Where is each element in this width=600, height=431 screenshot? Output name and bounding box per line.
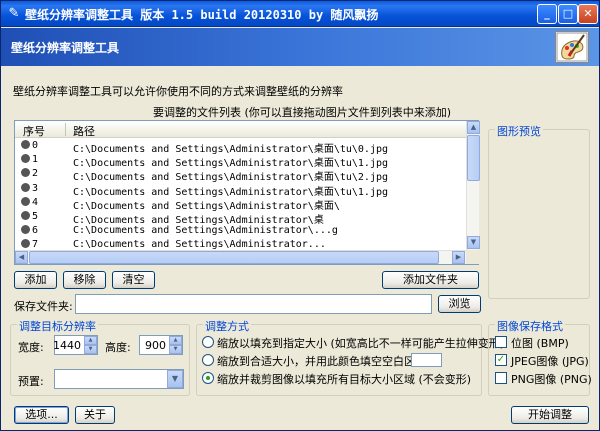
column-header-index[interactable]: 序号: [23, 123, 45, 139]
minimize-button[interactable]: _: [537, 4, 557, 24]
chevron-down-icon[interactable]: ▼: [167, 370, 183, 388]
scroll-left-icon[interactable]: ◀: [15, 251, 28, 264]
fill-color-swatch[interactable]: [411, 353, 442, 367]
adjust-method-label: 调整方式: [203, 318, 251, 334]
file-list-header: 序号 路径: [15, 121, 466, 138]
column-divider[interactable]: [65, 123, 66, 136]
preview-label: 图形预览: [495, 123, 543, 139]
row-index: 1: [32, 154, 39, 166]
table-row[interactable]: 6 C:\Documents and Settings\Administrator…: [15, 224, 466, 238]
table-row[interactable]: 7 C:\Documents and Settings\Administrator…: [15, 238, 466, 249]
format-png-checkbox[interactable]: [495, 372, 507, 384]
title-bar[interactable]: ✎ 壁纸分辨率调整工具 版本 1.5 build 20120310 by 随风飘…: [1, 1, 599, 27]
method-crop-radio[interactable]: [202, 372, 214, 384]
image-file-icon: [21, 140, 30, 149]
table-row[interactable]: 3 C:\Documents and Settings\Administrator…: [15, 182, 466, 198]
description-text: 壁纸分辨率调整工具可以允许你使用不同的方式来调整壁纸的分辨率: [13, 85, 343, 98]
height-up-icon[interactable]: ▲: [169, 336, 182, 345]
format-bmp-label[interactable]: 位图 (BMP): [511, 335, 569, 351]
scroll-up-icon[interactable]: ▲: [467, 121, 480, 134]
save-folder-input[interactable]: [75, 294, 432, 314]
header-banner: 壁纸分辨率调整工具: [1, 28, 599, 66]
file-list-title: 要调整的文件列表 (你可以直接拖动图片文件到列表中来添加): [153, 106, 452, 119]
format-bmp-checkbox[interactable]: [495, 336, 507, 348]
column-header-path[interactable]: 路径: [73, 123, 95, 139]
method-fit-radio[interactable]: [202, 354, 214, 366]
start-button[interactable]: 开始调整: [511, 406, 589, 424]
image-file-icon: [21, 239, 30, 249]
image-file-icon: [21, 154, 30, 164]
width-down-icon[interactable]: ▼: [84, 345, 97, 354]
width-label: 宽度:: [18, 341, 44, 354]
height-stepper[interactable]: 900 ▲ ▼: [139, 335, 183, 355]
width-stepper[interactable]: 1440 ▲ ▼: [53, 335, 98, 355]
close-button[interactable]: ✕: [578, 4, 598, 24]
width-spin-buttons: ▲ ▼: [84, 336, 97, 354]
width-value: 1440: [53, 339, 81, 352]
image-file-icon: [21, 196, 30, 206]
row-index: 2: [32, 168, 39, 180]
file-list[interactable]: 序号 路径 0 C:\Documents and Settings\Adminis…: [14, 120, 480, 265]
image-file-icon: [21, 225, 30, 235]
file-list-rows: 0 C:\Documents and Settings\Administrator…: [15, 139, 466, 249]
height-spin-buttons: ▲ ▼: [169, 336, 182, 354]
format-jpg-label[interactable]: JPEG图像 (JPG): [511, 353, 589, 369]
vertical-scrollbar[interactable]: ▲ ▼: [466, 121, 480, 250]
horizontal-scroll-thumb[interactable]: [29, 251, 439, 264]
row-path: C:\Documents and Settings\Administrator.…: [73, 239, 326, 249]
row-index: 4: [32, 196, 39, 208]
remove-button[interactable]: 移除: [63, 271, 106, 289]
format-jpg-checkbox[interactable]: ✓: [495, 354, 507, 366]
method-crop-label[interactable]: 缩放并裁剪图像以填充所有目标大小区域 (不会变形): [217, 371, 471, 387]
row-index: 5: [32, 210, 39, 222]
preview-group: 图形预览: [488, 123, 590, 299]
about-button[interactable]: 关于: [75, 406, 115, 424]
add-button[interactable]: 添加: [14, 271, 57, 289]
image-file-icon: [21, 210, 30, 220]
vertical-scroll-thumb[interactable]: [467, 135, 480, 181]
scroll-down-icon[interactable]: ▼: [467, 236, 480, 249]
method-fit-label[interactable]: 缩放到合适大小，并用此颜色填空空白区域: [217, 353, 426, 369]
options-button[interactable]: 选项...: [14, 406, 69, 424]
image-file-icon: [21, 168, 30, 178]
table-row[interactable]: 0 C:\Documents and Settings\Administrator…: [15, 139, 466, 155]
row-index: 6: [32, 225, 39, 237]
method-stretch-radio[interactable]: [202, 336, 214, 348]
scroll-corner: [466, 250, 479, 264]
format-png-label[interactable]: PNG图像 (PNG): [511, 371, 592, 387]
banner-title: 壁纸分辨率调整工具: [11, 41, 120, 55]
table-row[interactable]: 1 C:\Documents and Settings\Administrator…: [15, 153, 466, 169]
height-down-icon[interactable]: ▼: [169, 345, 182, 354]
window-title: 壁纸分辨率调整工具 版本 1.5 build 20120310 by 随风飘扬: [25, 8, 379, 22]
height-label: 高度:: [105, 341, 131, 354]
method-stretch-label[interactable]: 缩放以填充到指定大小 (如宽高比不一样可能产生拉伸变形): [217, 335, 504, 351]
clear-button[interactable]: 清空: [112, 271, 155, 289]
horizontal-scrollbar[interactable]: ◀ ▶: [15, 250, 466, 264]
row-index: 3: [32, 182, 39, 194]
preset-select[interactable]: ▼: [54, 369, 184, 389]
row-index: 0: [32, 140, 39, 151]
brush-app-icon: ✎: [8, 6, 20, 21]
table-row[interactable]: 4 C:\Documents and Settings\Administrator…: [15, 196, 466, 212]
palette-logo-icon: [555, 31, 589, 63]
image-file-icon: [21, 182, 30, 192]
browse-button[interactable]: 浏览: [438, 295, 481, 313]
row-index: 7: [32, 239, 39, 249]
table-row[interactable]: 5 C:\Documents and Settings\Administrator…: [15, 210, 466, 226]
preset-label: 预置:: [18, 375, 44, 388]
save-folder-label: 保存文件夹:: [14, 300, 73, 313]
save-format-label: 图像保存格式: [495, 318, 565, 334]
width-up-icon[interactable]: ▲: [84, 336, 97, 345]
target-resolution-label: 调整目标分辨率: [17, 318, 98, 334]
add-folder-button[interactable]: 添加文件夹: [382, 271, 479, 289]
main-window: ✎ 壁纸分辨率调整工具 版本 1.5 build 20120310 by 随风飘…: [0, 0, 600, 431]
maximize-button[interactable]: □: [558, 4, 578, 24]
height-value: 900: [145, 339, 166, 352]
row-path: C:\Documents and Settings\Administrator\…: [73, 225, 338, 237]
scroll-right-icon[interactable]: ▶: [452, 251, 465, 264]
table-row[interactable]: 2 C:\Documents and Settings\Administrator…: [15, 167, 466, 183]
